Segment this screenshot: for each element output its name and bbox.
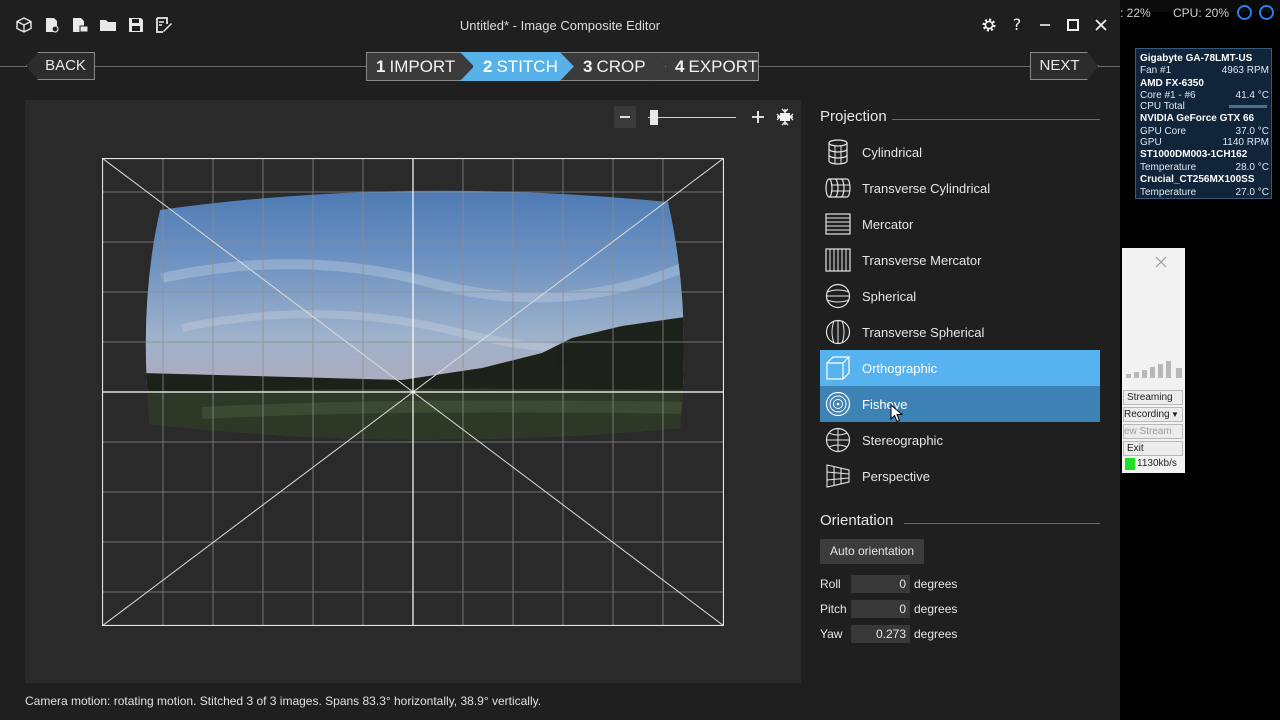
projection-mercator[interactable]: Mercator — [820, 206, 1100, 242]
streaming-button[interactable]: Streaming — [1123, 390, 1183, 405]
hw-row: GPU Core 37.0 °C — [1140, 126, 1269, 137]
maximize-button[interactable] — [1061, 13, 1085, 37]
transverse-cylindrical-icon — [820, 170, 856, 206]
status-bar: Camera motion: rotating motion. Stitched… — [25, 694, 542, 708]
roll-input[interactable]: 0 — [851, 575, 910, 593]
hw-row: Gigabyte GA-78LMT-US — [1140, 53, 1253, 64]
auto-orientation-button[interactable]: Auto orientation — [820, 539, 924, 564]
projection-transverse-cylindrical[interactable]: Transverse Cylindrical — [820, 170, 1100, 206]
hw-row: Temperature 27.0 °C — [1140, 187, 1269, 198]
hw-row: Temperature 28.0 °C — [1140, 162, 1269, 173]
projection-cylindrical[interactable]: Cylindrical — [820, 134, 1100, 170]
panorama-preview[interactable] — [102, 158, 724, 626]
add-circle-icon[interactable] — [1259, 5, 1274, 20]
roll-label: Roll — [820, 577, 841, 591]
step-stitch[interactable]: 2 STITCH — [460, 52, 574, 81]
zoom-controls — [614, 106, 800, 130]
stereographic-icon — [820, 422, 856, 458]
orthographic-icon — [820, 350, 856, 386]
mouse-cursor-icon — [890, 404, 903, 423]
zoom-slider-track[interactable] — [648, 117, 736, 118]
bitrate-indicator: 1130kb/s — [1123, 457, 1185, 471]
app-window: Untitled* - Image Composite Editor ? BAC… — [0, 0, 1120, 720]
orientation-header-rule — [904, 523, 1100, 524]
projection-orthographic[interactable]: Orthographic — [820, 350, 1100, 386]
perspective-icon — [820, 458, 856, 494]
cpu-usage: CPU: 20% — [1173, 6, 1230, 20]
zoom-in-button[interactable] — [747, 106, 769, 128]
hw-row: ST1000DM003-1CH162 — [1140, 149, 1248, 160]
status-green-indicator — [1125, 458, 1135, 470]
exit-button[interactable]: Exit — [1123, 441, 1183, 456]
hw-row: NVIDIA GeForce GTX 66 — [1140, 113, 1255, 124]
projection-fisheye[interactable]: Fisheye — [820, 386, 1100, 423]
zoom-slider-thumb[interactable] — [650, 110, 658, 125]
hw-row: Core #1 - #6 41.4 °C — [1140, 90, 1269, 101]
fit-to-window-icon[interactable] — [774, 106, 796, 128]
transverse-spherical-icon — [820, 314, 856, 350]
projection-spherical[interactable]: Spherical — [820, 278, 1100, 314]
mercator-icon — [820, 206, 856, 242]
hw-row: Crucial_CT256MX100SS — [1140, 174, 1255, 185]
hw-row: Fan #1 4963 RPM — [1140, 65, 1269, 76]
zoom-out-button[interactable] — [614, 106, 636, 128]
close-icon[interactable] — [1154, 255, 1168, 269]
yaw-label: Yaw — [820, 627, 843, 641]
projection-perspective[interactable]: Perspective — [820, 458, 1100, 494]
hw-row: GPU 1140 RPM — [1140, 137, 1269, 148]
speed-gauge-icon[interactable] — [1237, 5, 1252, 20]
pitch-label: Pitch — [820, 602, 847, 616]
hw-row: AMD FX-6350 — [1140, 78, 1204, 89]
back-button[interactable]: BACK — [26, 52, 95, 80]
pitch-input[interactable]: 0 — [851, 600, 910, 618]
orientation-header: Orientation — [820, 512, 1100, 529]
next-button[interactable]: NEXT — [1030, 52, 1099, 80]
help-icon[interactable]: ? — [1005, 13, 1029, 37]
cpu-total-bar — [1229, 105, 1267, 108]
signal-bars-icon — [1126, 361, 1182, 378]
fisheye-icon — [820, 386, 856, 422]
settings-gear-icon[interactable] — [977, 13, 1001, 37]
hw-row: CPU Total — [1140, 101, 1269, 112]
step-import[interactable]: 1 IMPORT — [366, 52, 474, 81]
projection-header-rule — [892, 119, 1100, 120]
projection-transverse-mercator[interactable]: Transverse Mercator — [820, 242, 1100, 278]
new-stream-button[interactable]: ew Stream — [1123, 424, 1183, 439]
window-title: Untitled* - Image Composite Editor — [459, 18, 661, 33]
streaming-panel: Streaming Recording ▼ ew Stream Exit 113… — [1122, 248, 1185, 473]
projection-header: Projection — [820, 108, 1100, 125]
minimize-button[interactable] — [1033, 13, 1057, 37]
roll-unit: degrees — [914, 577, 958, 591]
step-export[interactable]: 4 EXPORT — [652, 52, 759, 81]
projection-stereographic[interactable]: Stereographic — [820, 422, 1100, 458]
yaw-input[interactable]: 0.273 — [851, 625, 910, 643]
close-button[interactable] — [1089, 13, 1113, 37]
chevron-down-icon: ▼ — [1171, 410, 1179, 419]
yaw-row: Yaw 0.273 degrees — [820, 625, 1020, 643]
projection-list: Cylindrical Transverse Cylindrical Merca… — [820, 134, 1100, 494]
roll-row: Roll 0 degrees — [820, 575, 1020, 593]
hardware-monitor-widget: Gigabyte GA-78LMT-US Fan #1 4963 RPM AMD … — [1135, 48, 1272, 199]
title-bar: Untitled* - Image Composite Editor ? — [0, 0, 1120, 52]
cylindrical-icon — [820, 134, 856, 170]
yaw-unit: degrees — [914, 627, 958, 641]
pitch-row: Pitch 0 degrees — [820, 600, 1020, 618]
spherical-icon — [820, 278, 856, 314]
pitch-unit: degrees — [914, 602, 958, 616]
transverse-mercator-icon — [820, 242, 856, 278]
projection-transverse-spherical[interactable]: Transverse Spherical — [820, 314, 1100, 350]
recording-dropdown[interactable]: Recording ▼ — [1123, 407, 1183, 422]
step-crop[interactable]: 3 CROP — [560, 52, 666, 81]
